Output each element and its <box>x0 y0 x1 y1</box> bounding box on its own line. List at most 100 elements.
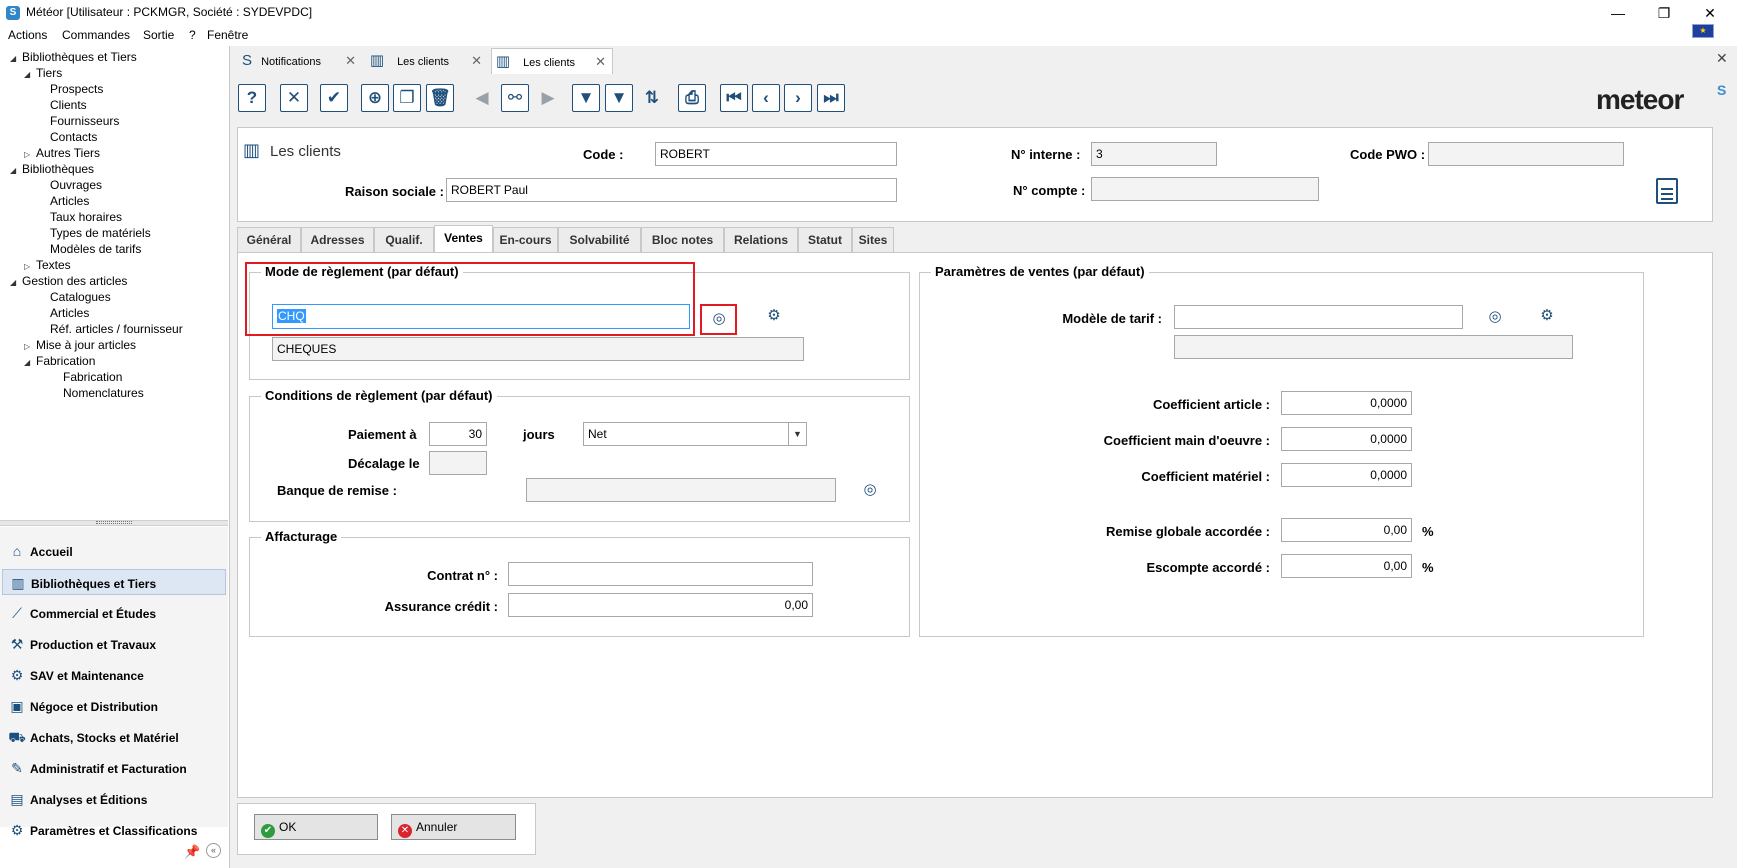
close-document-icon[interactable]: ✕ <box>1716 50 1728 67</box>
collapse-panel-icon[interactable]: « <box>206 843 221 858</box>
mode-reglement-code-input[interactable]: CHQ <box>272 304 690 329</box>
tab-qualif-[interactable]: Qualif. <box>374 227 434 252</box>
splitter-grip-icon[interactable] <box>96 521 132 524</box>
tree-item[interactable]: ◢ Tiers <box>24 66 62 80</box>
terme-select[interactable]: Net ▼ <box>583 422 807 446</box>
document-icon[interactable] <box>1656 178 1678 204</box>
remise-globale-input[interactable]: 0,00 <box>1281 518 1412 542</box>
module-item[interactable]: ⚙ Paramètres et Classifications <box>2 817 226 843</box>
close-tab-icon[interactable]: ✕ <box>595 49 606 75</box>
contrat-input[interactable] <box>508 562 813 586</box>
language-flag-icon[interactable]: ★ <box>1692 24 1714 38</box>
tab-les-clients-1[interactable]: ▥ Les clients ✕ <box>366 48 488 74</box>
tree-item[interactable]: Ouvrages <box>50 178 102 192</box>
tree-item[interactable]: ▷ Textes <box>24 258 71 272</box>
module-item[interactable]: ⌂ Accueil <box>2 538 226 564</box>
module-item[interactable]: ▣ Négoce et Distribution <box>2 693 226 719</box>
tree-item[interactable]: ▷ Autres Tiers <box>24 146 100 160</box>
tab-général[interactable]: Général <box>237 227 301 252</box>
tab-adresses[interactable]: Adresses <box>301 227 374 252</box>
tree-item[interactable]: Articles <box>50 194 89 208</box>
lookup-icon[interactable]: ◎ <box>859 479 881 501</box>
assurance-credit-input[interactable]: 0,00 <box>508 593 813 617</box>
menu-commandes[interactable]: Commandes <box>62 28 130 42</box>
close-window-button[interactable]: ✕ <box>1687 0 1733 26</box>
coef-materiel-input[interactable]: 0,0000 <box>1281 463 1412 487</box>
close-tab-icon[interactable]: ✕ <box>471 48 482 74</box>
annuler-button[interactable]: ✕ Annuler <box>391 814 516 840</box>
tree-item[interactable]: Taux horaires <box>50 210 122 224</box>
validate-icon[interactable]: ✔ <box>320 84 348 112</box>
tree-item[interactable]: Fournisseurs <box>50 114 119 128</box>
tab-sites[interactable]: Sites <box>852 227 894 252</box>
tree-item[interactable]: Réf. articles / fournisseur <box>50 322 183 336</box>
close-tab-icon[interactable]: ✕ <box>345 48 356 74</box>
last-record-icon[interactable]: ⏭ <box>817 84 845 112</box>
tab-statut[interactable]: Statut <box>798 227 852 252</box>
module-item[interactable]: ⛟ Achats, Stocks et Matériel <box>2 724 226 750</box>
next-record-icon[interactable]: ▶ <box>534 84 562 112</box>
tree-item[interactable]: Clients <box>50 98 87 112</box>
tab-les-clients-2[interactable]: ▥ Les clients ✕ <box>491 48 613 74</box>
tree-item[interactable]: ◢ Fabrication <box>24 354 95 368</box>
sort-icon[interactable]: ⇅ <box>638 84 666 112</box>
tab-bloc-notes[interactable]: Bloc notes <box>641 227 724 252</box>
ok-button[interactable]: ✔ OK <box>254 814 378 840</box>
help-icon[interactable]: ? <box>238 84 266 112</box>
pin-icon[interactable]: 📌 <box>184 844 200 860</box>
paiement-days-input[interactable]: 30 <box>429 422 487 446</box>
collapse-icon[interactable]: ◢ <box>10 54 22 63</box>
tree-item[interactable]: Nomenclatures <box>63 386 144 400</box>
chevron-down-icon[interactable]: ▼ <box>788 423 806 445</box>
modele-tarif-input[interactable] <box>1174 305 1463 329</box>
raison-sociale-input[interactable]: ROBERT Paul <box>446 178 897 202</box>
lookup-icon[interactable]: ◎ <box>708 308 730 330</box>
collapse-icon[interactable]: ◢ <box>24 70 36 79</box>
tree-item[interactable]: Prospects <box>50 82 103 96</box>
expand-icon[interactable]: ▷ <box>24 262 36 271</box>
decalage-input[interactable] <box>429 451 487 475</box>
menu-actions[interactable]: Actions <box>8 28 47 42</box>
add-icon[interactable]: ⊕ <box>361 84 389 112</box>
tree-item[interactable]: ▷ Mise à jour articles <box>24 338 136 352</box>
remove-filter-icon[interactable]: ▼ <box>605 84 633 112</box>
collapse-icon[interactable]: ◢ <box>24 358 36 367</box>
coef-article-input[interactable]: 0,0000 <box>1281 391 1412 415</box>
menu-fenetre[interactable]: Fenêtre <box>207 28 248 42</box>
search-binoculars-icon[interactable]: ⚯ <box>501 84 529 112</box>
tree-item[interactable]: Contacts <box>50 130 97 144</box>
tab-solvabilité[interactable]: Solvabilité <box>558 227 641 252</box>
module-item[interactable]: ▥ Bibliothèques et Tiers <box>2 569 226 595</box>
module-item[interactable]: ✎ Administratif et Facturation <box>2 755 226 781</box>
tree-item[interactable]: ◢ Bibliothèques <box>10 162 94 176</box>
menu-sortie[interactable]: Sortie <box>143 28 174 42</box>
tab-ventes[interactable]: Ventes <box>434 225 493 252</box>
settings-gear-icon[interactable]: ⚙ <box>763 305 785 327</box>
tree-item[interactable]: Types de matériels <box>50 226 151 240</box>
cancel-icon[interactable]: ✕ <box>280 84 308 112</box>
print-icon[interactable]: ⎙ <box>678 84 706 112</box>
minimize-button[interactable]: — <box>1595 0 1641 26</box>
copy-icon[interactable]: ❐ <box>393 84 421 112</box>
tree-item[interactable]: ◢ Gestion des articles <box>10 274 127 288</box>
prev-icon[interactable]: ‹ <box>752 84 780 112</box>
tab-notifications[interactable]: S Notifications ✕ <box>236 48 362 74</box>
escompte-input[interactable]: 0,00 <box>1281 554 1412 578</box>
filter-icon[interactable]: ▼ <box>572 84 600 112</box>
module-item[interactable]: ⟋ Commercial et Études <box>2 600 226 626</box>
delete-icon[interactable]: 🗑 <box>426 84 454 112</box>
collapse-icon[interactable]: ◢ <box>10 166 22 175</box>
module-item[interactable]: ⚙ SAV et Maintenance <box>2 662 226 688</box>
maximize-button[interactable]: ❐ <box>1641 0 1687 26</box>
banque-remise-input[interactable] <box>526 478 836 502</box>
collapse-icon[interactable]: ◢ <box>10 278 22 287</box>
previous-record-icon[interactable]: ◀ <box>468 84 496 112</box>
tree-item[interactable]: Catalogues <box>50 290 111 304</box>
tab-relations[interactable]: Relations <box>724 227 798 252</box>
coef-main-oeuvre-input[interactable]: 0,0000 <box>1281 427 1412 451</box>
settings-gear-icon[interactable]: ⚙ <box>1536 305 1558 327</box>
tree-item[interactable]: Fabrication <box>63 370 122 384</box>
menu-help[interactable]: ? <box>189 28 196 42</box>
first-record-icon[interactable]: ⏮ <box>720 84 748 112</box>
next-icon[interactable]: › <box>784 84 812 112</box>
